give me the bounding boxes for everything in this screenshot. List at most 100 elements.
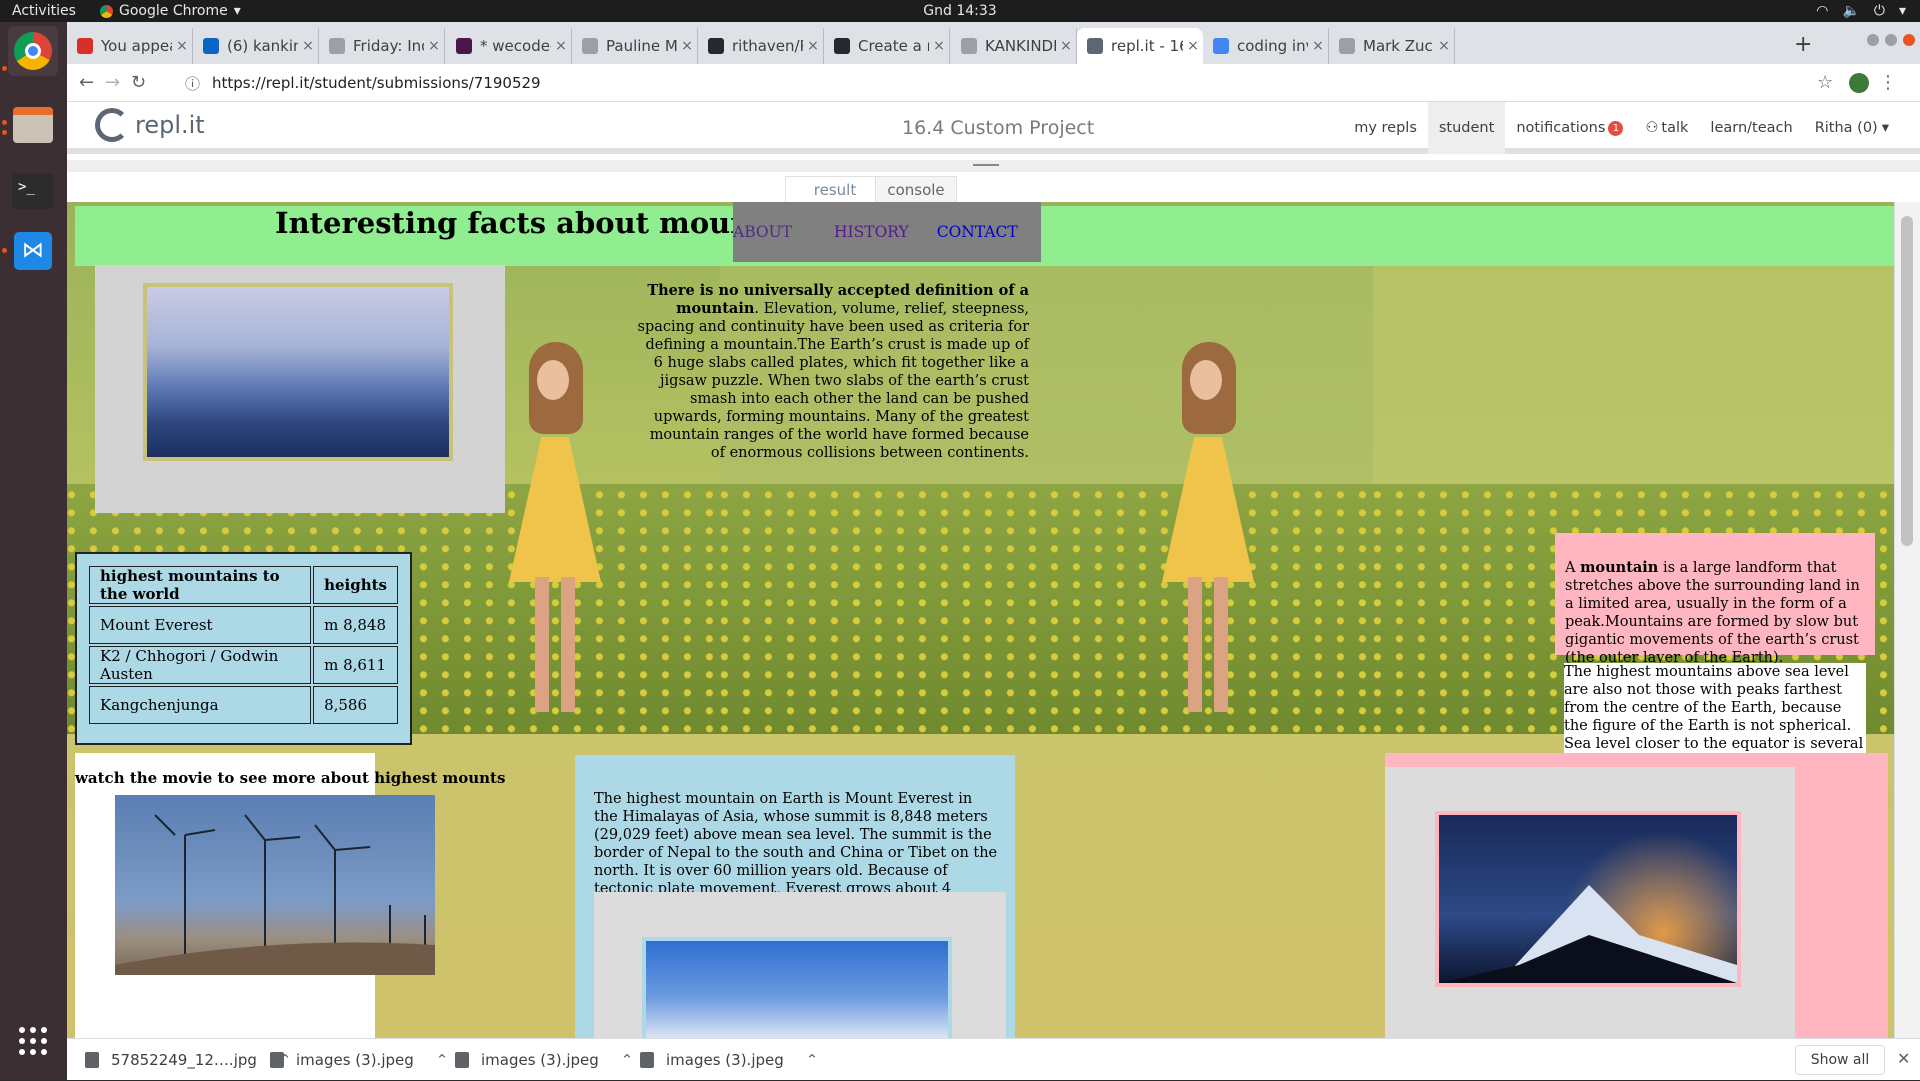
wind-turbines-video[interactable] (115, 795, 435, 975)
nav-notifications[interactable]: notifications 1 (1505, 102, 1634, 154)
google-icon (1213, 38, 1229, 54)
tab-6[interactable]: rithaven/Pro× (698, 28, 824, 64)
clock[interactable]: Gnd 14:33 (923, 3, 996, 19)
page-scrollbar[interactable] (1894, 202, 1920, 1038)
menu-kebab-icon[interactable]: ⋮ (1879, 72, 1897, 93)
profile-avatar[interactable] (1849, 73, 1869, 93)
system-top-bar: Activities Google Chrome ▾ Gnd 14:33 ◠ 🔈… (0, 0, 1920, 22)
talk-people-icon: ⚇ (1645, 120, 1659, 136)
new-tab-button[interactable]: + (1794, 32, 1812, 57)
tab-8[interactable]: KANKINDI V.× (951, 28, 1077, 64)
close-tab-icon[interactable]: × (1183, 38, 1203, 54)
close-tab-icon[interactable]: × (298, 38, 318, 54)
files-launcher-icon[interactable] (8, 100, 58, 150)
repl-logo-icon (95, 108, 129, 142)
chevron-up-icon[interactable]: ⌃ (621, 1051, 634, 1069)
running-indicator (2, 248, 7, 253)
repl-logo[interactable]: repl.it (95, 108, 205, 142)
close-downloads-icon[interactable]: ✕ (1897, 1049, 1910, 1068)
tab-3[interactable]: Friday: Indep× (319, 28, 445, 64)
menu-link-about[interactable]: ABOUT (733, 223, 834, 241)
splitter-handle[interactable] (973, 164, 999, 166)
reload-icon[interactable]: ↻ (131, 72, 146, 93)
tab-label: * wecode-rwa (480, 37, 551, 55)
tab-label: coding inviro (1237, 37, 1308, 55)
close-window-icon[interactable] (1903, 34, 1915, 46)
app-menu[interactable]: Google Chrome ▾ (100, 3, 241, 19)
show-apps-icon[interactable] (8, 1016, 58, 1066)
tab-label: rithaven/Pro (732, 37, 803, 55)
menu-link-history[interactable]: HISTORY (834, 223, 937, 241)
site-menu: ABOUT HISTORY CONTACT (733, 202, 1041, 262)
tab-label: (6) kankindi r (227, 37, 298, 55)
notifications-label: notifications (1516, 120, 1606, 136)
download-item[interactable]: images (3).jpeg ⌃ (270, 1039, 448, 1081)
app-menu-label: Google Chrome (119, 3, 228, 19)
show-all-button[interactable]: Show all (1795, 1045, 1885, 1075)
github-icon (834, 38, 850, 54)
menu-link-contact[interactable]: CONTACT (937, 223, 1042, 241)
tab-1[interactable]: You appeare× (67, 28, 193, 64)
download-item[interactable]: images (3).jpeg ⌃ (640, 1039, 818, 1081)
close-tab-icon[interactable]: × (677, 38, 697, 54)
tab-5[interactable]: Pauline Mbab× (572, 28, 698, 64)
activities-button[interactable]: Activities (12, 3, 76, 19)
page-icon (1339, 38, 1355, 54)
student-site: Interesting facts about mountains ABOUT … (67, 202, 1894, 1038)
chrome-launcher-icon[interactable] (8, 26, 58, 76)
download-filename: images (3).jpeg (666, 1051, 784, 1069)
terminal-launcher-icon[interactable]: >_ (8, 166, 58, 216)
tab-2[interactable]: (6) kankindi r× (193, 28, 319, 64)
maximize-icon[interactable] (1885, 34, 1897, 46)
repl-header: repl.it 16.4 Custom Project my repls stu… (67, 102, 1920, 154)
tab-10[interactable]: coding inviro× (1203, 28, 1329, 64)
close-tab-icon[interactable]: × (424, 38, 444, 54)
github-icon (708, 38, 724, 54)
tab-label: repl.it - 16 (1111, 37, 1183, 55)
gmail-icon (77, 38, 93, 54)
close-tab-icon[interactable]: × (929, 38, 949, 54)
back-icon[interactable]: ← (79, 72, 94, 93)
nav-my-repls[interactable]: my repls (1343, 102, 1428, 154)
user-menu[interactable]: Ritha (0) ▾ (1804, 102, 1900, 154)
tab-label: Pauline Mbab (606, 37, 677, 55)
address-bar[interactable]: ⓘ https://repl.it/student/submissions/71… (177, 69, 1797, 97)
girl-figure (499, 342, 609, 722)
chevron-up-icon[interactable]: ⌃ (436, 1051, 449, 1069)
tab-result[interactable]: result (785, 176, 885, 204)
everest-image (642, 937, 952, 1038)
close-tab-icon[interactable]: × (551, 38, 571, 54)
window-controls[interactable] (1867, 34, 1915, 46)
download-item[interactable]: images (3).jpeg ⌃ (455, 1039, 633, 1081)
tab-4[interactable]: * wecode-rwa× (446, 28, 572, 64)
running-indicator (2, 130, 7, 135)
close-tab-icon[interactable]: × (172, 38, 192, 54)
pane-splitter[interactable] (67, 160, 1920, 172)
bookmark-star-icon[interactable]: ☆ (1817, 72, 1833, 93)
turbines-illustration (115, 814, 435, 975)
tab-11[interactable]: Mark Zuckerb× (1329, 28, 1455, 64)
tab-console[interactable]: console (875, 176, 957, 204)
chevron-up-icon[interactable]: ⌃ (806, 1051, 819, 1069)
caret-down-icon: ▾ (1881, 120, 1889, 136)
close-tab-icon[interactable]: × (1056, 38, 1076, 54)
nav-talk[interactable]: ⚇ talk (1634, 102, 1699, 154)
table-cell: m 8,848 (313, 606, 398, 644)
vscode-launcher-icon[interactable]: ⋈ (8, 226, 58, 276)
close-tab-icon[interactable]: × (1308, 38, 1328, 54)
mountain-photo-frame (95, 265, 505, 513)
info-icon[interactable]: ⓘ (185, 73, 200, 94)
download-item[interactable]: 57852249_12….jpg ⌃ (85, 1039, 292, 1081)
nav-student[interactable]: student (1427, 102, 1506, 154)
system-tray[interactable]: ◠ 🔈 ⏻ ▾ (1816, 3, 1906, 19)
tab-7[interactable]: Create a new× (824, 28, 950, 64)
table-row: K2 / Chhogori / Godwin Austen m 8,611 (89, 646, 398, 684)
tab-9[interactable]: repl.it - 16 × (1077, 28, 1203, 64)
close-tab-icon[interactable]: × (1434, 38, 1454, 54)
close-tab-icon[interactable]: × (803, 38, 823, 54)
minimize-icon[interactable] (1867, 34, 1879, 46)
table-cell: K2 / Chhogori / Godwin Austen (89, 646, 312, 684)
forward-icon[interactable]: → (105, 72, 120, 93)
scrollbar-thumb[interactable] (1901, 216, 1913, 546)
nav-learn-teach[interactable]: learn/teach (1699, 102, 1803, 154)
